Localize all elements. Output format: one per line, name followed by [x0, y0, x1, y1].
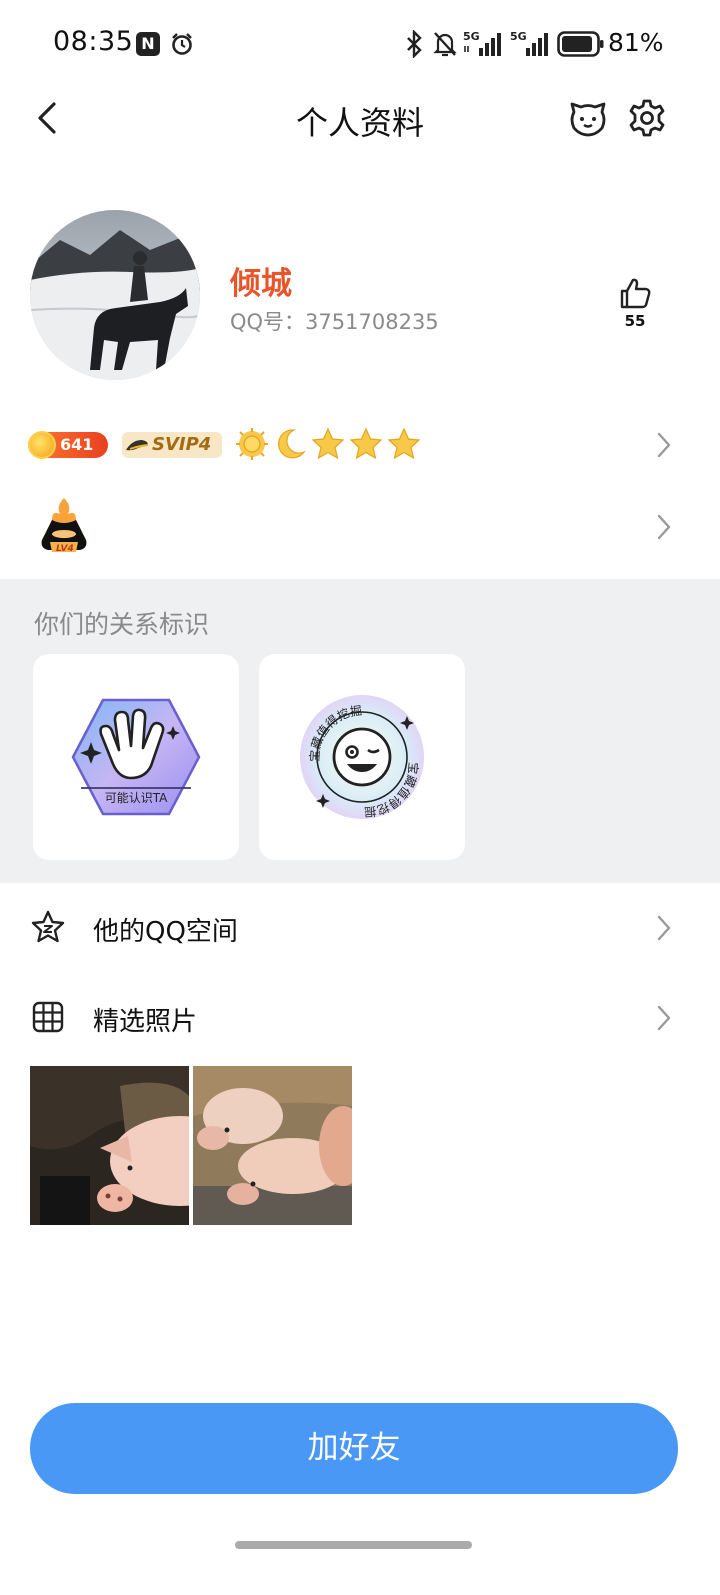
qzone-item[interactable]: 他的QQ空间: [0, 887, 720, 967]
battery-percent: 81%: [608, 28, 664, 57]
pet-icon[interactable]: [568, 98, 608, 138]
moon-icon: [278, 429, 306, 459]
photo-thumbnail[interactable]: [30, 1066, 189, 1225]
svip-hat-icon: [126, 440, 149, 451]
svip-label: SVIP4: [152, 434, 212, 455]
qq-number: QQ号：3751708235: [230, 310, 439, 334]
status-time: 08:35: [53, 26, 134, 57]
bell-mute-icon: [433, 32, 457, 57]
like-count: 55: [624, 312, 646, 330]
sun-icon: [236, 428, 268, 460]
alarm-icon: [172, 33, 192, 55]
star-icon: [311, 427, 345, 460]
home-indicator[interactable]: [235, 1541, 472, 1549]
svg-text:LV4: LV4: [56, 544, 74, 554]
chevron-right-icon: [657, 432, 671, 458]
svip-badge: SVIP4: [122, 432, 222, 458]
page-title: 个人资料: [295, 104, 424, 142]
status-bar: 08:35 N 5G 5G 81%: [0, 0, 720, 90]
bluetooth-icon: [407, 30, 422, 58]
photos-label: 精选照片: [93, 1007, 198, 1037]
chevron-right-icon: [657, 514, 671, 540]
photo-strip: [30, 1066, 352, 1225]
relationship-section: 你们的关系标识 可能认识TA 宝藏值得挖掘 宝藏值得挖掘: [0, 579, 720, 883]
like-button[interactable]: 55: [610, 276, 660, 336]
signal-1-icon: 5G: [463, 30, 505, 58]
top-nav-bar: 个人资料: [0, 80, 720, 160]
gear-icon[interactable]: [627, 98, 667, 138]
nickname: 倾城: [230, 266, 292, 302]
photo-thumbnail[interactable]: [193, 1066, 352, 1225]
photos-item[interactable]: 精选照片: [0, 977, 720, 1057]
coin-badge: 641: [28, 431, 108, 459]
coin-value: 641: [60, 435, 94, 454]
coin-icon: [28, 431, 56, 459]
signal-2-icon: 5G: [510, 30, 552, 58]
relationship-title: 你们的关系标识: [34, 610, 210, 639]
thumbs-up-icon: [620, 278, 651, 309]
grid-icon: [32, 1001, 64, 1033]
chevron-right-icon: [657, 915, 671, 941]
relationship-card-treasure[interactable]: 宝藏值得挖掘 宝藏值得挖掘: [259, 654, 465, 860]
relationship-card-know[interactable]: 可能认识TA: [33, 654, 239, 860]
battery-icon: [557, 31, 604, 57]
star-icon: [387, 427, 421, 460]
qzone-label: 他的QQ空间: [93, 917, 238, 947]
star-icon: [349, 427, 383, 460]
nfc-icon: N: [136, 32, 160, 56]
badge-know-text: 可能认识TA: [105, 791, 168, 805]
chevron-right-icon: [657, 1005, 671, 1031]
avatar[interactable]: [30, 210, 200, 380]
add-friend-button[interactable]: 加好友: [30, 1403, 678, 1494]
badges-row[interactable]: 641 SVIP4: [0, 410, 720, 480]
flame-badge-row[interactable]: [0, 486, 720, 566]
flame-level-badge-icon: LV4: [41, 498, 87, 554]
face-icon: [332, 727, 392, 787]
star-icon: [31, 910, 65, 943]
